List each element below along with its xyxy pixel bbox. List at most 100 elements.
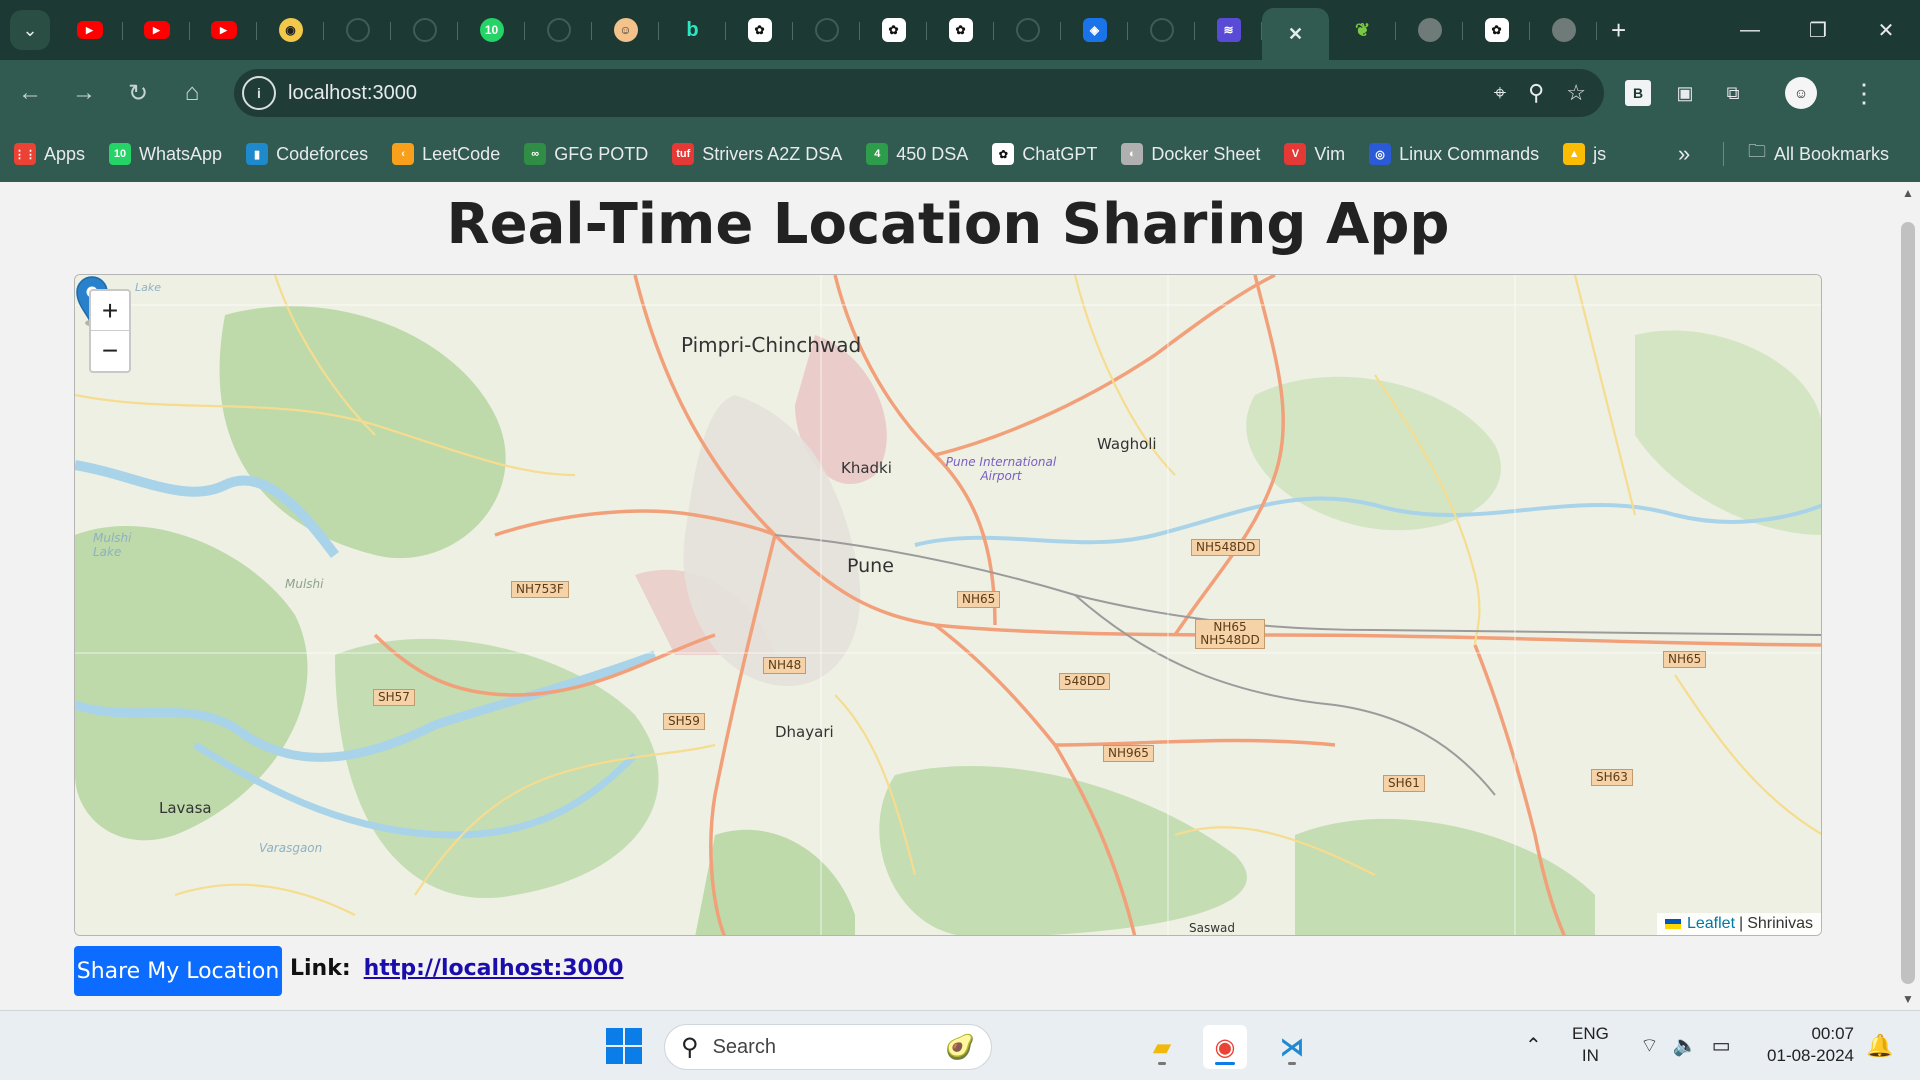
bookmark-star-icon[interactable]: ☆ — [1566, 80, 1586, 106]
github-icon — [1149, 18, 1174, 42]
bookmark-gfg-potd[interactable]: ∞ GFG POTD — [524, 143, 648, 165]
browser-tab[interactable]: ✿ — [860, 8, 927, 52]
all-bookmarks-button[interactable]: 🗀 All Bookmarks — [1748, 126, 1889, 182]
map-label-lavasa: Lavasa — [159, 799, 212, 817]
profile-avatar[interactable]: ☺ — [1785, 77, 1817, 109]
chevron-down-icon: ⌄ — [22, 19, 38, 40]
extension-b-icon[interactable]: B — [1625, 80, 1651, 106]
browser-tab[interactable] — [324, 8, 391, 52]
browser-tab[interactable]: ❦ — [1329, 8, 1396, 52]
map-container[interactable]: + − Pimpri-Chinchwad Wagholi Khadki Pune… — [74, 274, 1822, 936]
browser-menu-icon[interactable]: ⋮ — [1851, 78, 1877, 109]
vscode-icon[interactable]: ⋊ — [1270, 1025, 1314, 1069]
gfg-icon: ∞ — [524, 143, 547, 165]
reading-mode-icon[interactable]: ▣ — [1671, 79, 1699, 107]
home-button[interactable]: ⌂ — [168, 69, 216, 117]
bookmark-list: ⋮⋮ Apps 10 WhatsApp ▮ Codeforces ‹ LeetCode ∞ GFG… — [14, 143, 1630, 165]
wifi-icon[interactable]: ⌔ — [1640, 1033, 1659, 1058]
browser-tab[interactable]: ◉ — [257, 8, 324, 52]
browser-tab[interactable] — [391, 8, 458, 52]
clock[interactable]: 00:07 01-08-2024 — [1758, 1023, 1854, 1067]
notification-bell-icon[interactable]: 🔔 — [1866, 1033, 1893, 1059]
bookmark-label: GFG POTD — [554, 143, 649, 164]
file-explorer-icon[interactable]: ▰ — [1140, 1025, 1184, 1069]
bookmark-apps[interactable]: ⋮⋮ Apps — [14, 143, 85, 165]
bookmark-linux-commands[interactable]: ◎ Linux Commands — [1369, 143, 1539, 165]
openai-icon: ✿ — [747, 18, 772, 42]
bookmark-450-dsa[interactable]: 4 450 DSA — [866, 143, 968, 165]
map-tiles — [75, 275, 1821, 935]
reload-button[interactable]: ↻ — [114, 69, 162, 117]
address-bar[interactable]: i localhost:3000 ⌖ ⚲ ☆ — [234, 69, 1604, 117]
browser-tab[interactable] — [1396, 8, 1463, 52]
new-tab-button[interactable]: + — [1611, 15, 1626, 46]
bookmark-vim[interactable]: V Vim — [1284, 143, 1345, 165]
share-link[interactable]: http://localhost:3000 — [364, 956, 624, 981]
close-icon[interactable]: ✕ — [1284, 22, 1308, 46]
bookmark-strivers-a2z-dsa[interactable]: tuf Strivers A2Z DSA — [672, 143, 842, 165]
scroll-up-arrow-icon[interactable]: ▲ — [1896, 182, 1920, 204]
browser-tab[interactable] — [994, 8, 1061, 52]
road-shield-nh65-east: NH65 — [1663, 651, 1707, 668]
browser-tab[interactable]: b — [659, 8, 726, 52]
bookmark-codeforces[interactable]: ▮ Codeforces — [246, 143, 368, 165]
browser-tab[interactable] — [793, 8, 860, 52]
bookmark-label: WhatsApp — [139, 143, 223, 164]
scrollbar-thumb[interactable] — [1901, 222, 1915, 984]
browser-tab[interactable] — [1128, 8, 1195, 52]
page-content: Real-Time Location Sharing App + − Pimpr… — [0, 182, 1896, 1010]
leaflet-link[interactable]: Leaflet — [1687, 915, 1735, 933]
windows-start-icon[interactable] — [606, 1028, 642, 1064]
back-button[interactable]: ← — [6, 69, 54, 117]
close-window-button[interactable]: ✕ — [1852, 0, 1920, 60]
battery-icon[interactable]: ▭ — [1712, 1033, 1731, 1058]
browser-tab[interactable]: ✿ — [927, 8, 994, 52]
bookmark-chatgpt[interactable]: ✿ ChatGPT — [992, 143, 1097, 165]
browser-tab[interactable]: ✿ — [726, 8, 793, 52]
page-scrollbar[interactable]: ▲ ▼ — [1896, 182, 1920, 1010]
zoom-out-button[interactable]: − — [91, 331, 129, 371]
chrome-icon[interactable]: ◉ — [1203, 1025, 1247, 1069]
language-indicator[interactable]: ENG IN — [1572, 1023, 1609, 1067]
bookmark-label: ChatGPT — [1022, 143, 1098, 164]
extensions-puzzle-icon[interactable]: ⧉ — [1719, 79, 1747, 107]
tab-search-button[interactable]: ⌄ — [10, 10, 50, 50]
link-label: Link: — [290, 956, 351, 981]
bookmark-js[interactable]: ▲ js — [1563, 143, 1606, 165]
tray-overflow-chevron-icon[interactable]: ⌃ — [1525, 1033, 1542, 1058]
site-info-icon[interactable]: i — [242, 76, 276, 110]
map-label-khadki: Khadki — [841, 459, 892, 477]
share-location-button[interactable]: Share My Location — [74, 946, 282, 996]
volume-icon[interactable]: 🔈 — [1673, 1033, 1698, 1058]
forward-button[interactable]: → — [60, 69, 108, 117]
browser-tab[interactable]: 10 — [458, 8, 525, 52]
bookmark-leetcode[interactable]: ‹ LeetCode — [392, 143, 500, 165]
browser-tab[interactable]: ▶ — [190, 8, 257, 52]
url-text[interactable]: localhost:3000 — [288, 82, 417, 105]
zoom-icon[interactable]: ⚲ — [1528, 80, 1544, 106]
github-icon — [412, 18, 437, 42]
location-icon[interactable]: ⌖ — [1494, 80, 1506, 106]
road-shield-sh61: SH61 — [1383, 775, 1425, 792]
browser-tab[interactable]: ≋ — [1195, 8, 1262, 52]
whatsapp-icon: 10 — [479, 18, 504, 42]
browser-tab[interactable] — [1530, 8, 1597, 52]
bookmarks-overflow-button[interactable]: » — [1678, 126, 1690, 182]
bookmark-docker-sheet[interactable]: ◐ Docker Sheet — [1121, 143, 1260, 165]
browser-tab[interactable]: ☺ — [592, 8, 659, 52]
restore-button[interactable]: ❐ — [1784, 0, 1852, 60]
system-tray[interactable]: ⌔ 🔈 ▭ — [1640, 1033, 1731, 1058]
tab-active[interactable]: ✕ — [1262, 8, 1329, 60]
zoom-in-button[interactable]: + — [91, 291, 129, 331]
minimize-button[interactable]: — — [1716, 0, 1784, 60]
browser-tab[interactable] — [525, 8, 592, 52]
taskbar-search[interactable]: ⚲ Search 🥑 — [664, 1024, 992, 1070]
codeforces-icon: ▮ — [246, 143, 269, 165]
browser-tab[interactable]: ◈ — [1061, 8, 1128, 52]
scroll-down-arrow-icon[interactable]: ▼ — [1896, 988, 1920, 1010]
browser-tab[interactable]: ▶ — [123, 8, 190, 52]
bing-icon: b — [686, 18, 699, 41]
browser-tab[interactable]: ✿ — [1463, 8, 1530, 52]
browser-tab[interactable]: ▶ — [56, 8, 123, 52]
bookmark-whatsapp[interactable]: 10 WhatsApp — [109, 143, 222, 165]
